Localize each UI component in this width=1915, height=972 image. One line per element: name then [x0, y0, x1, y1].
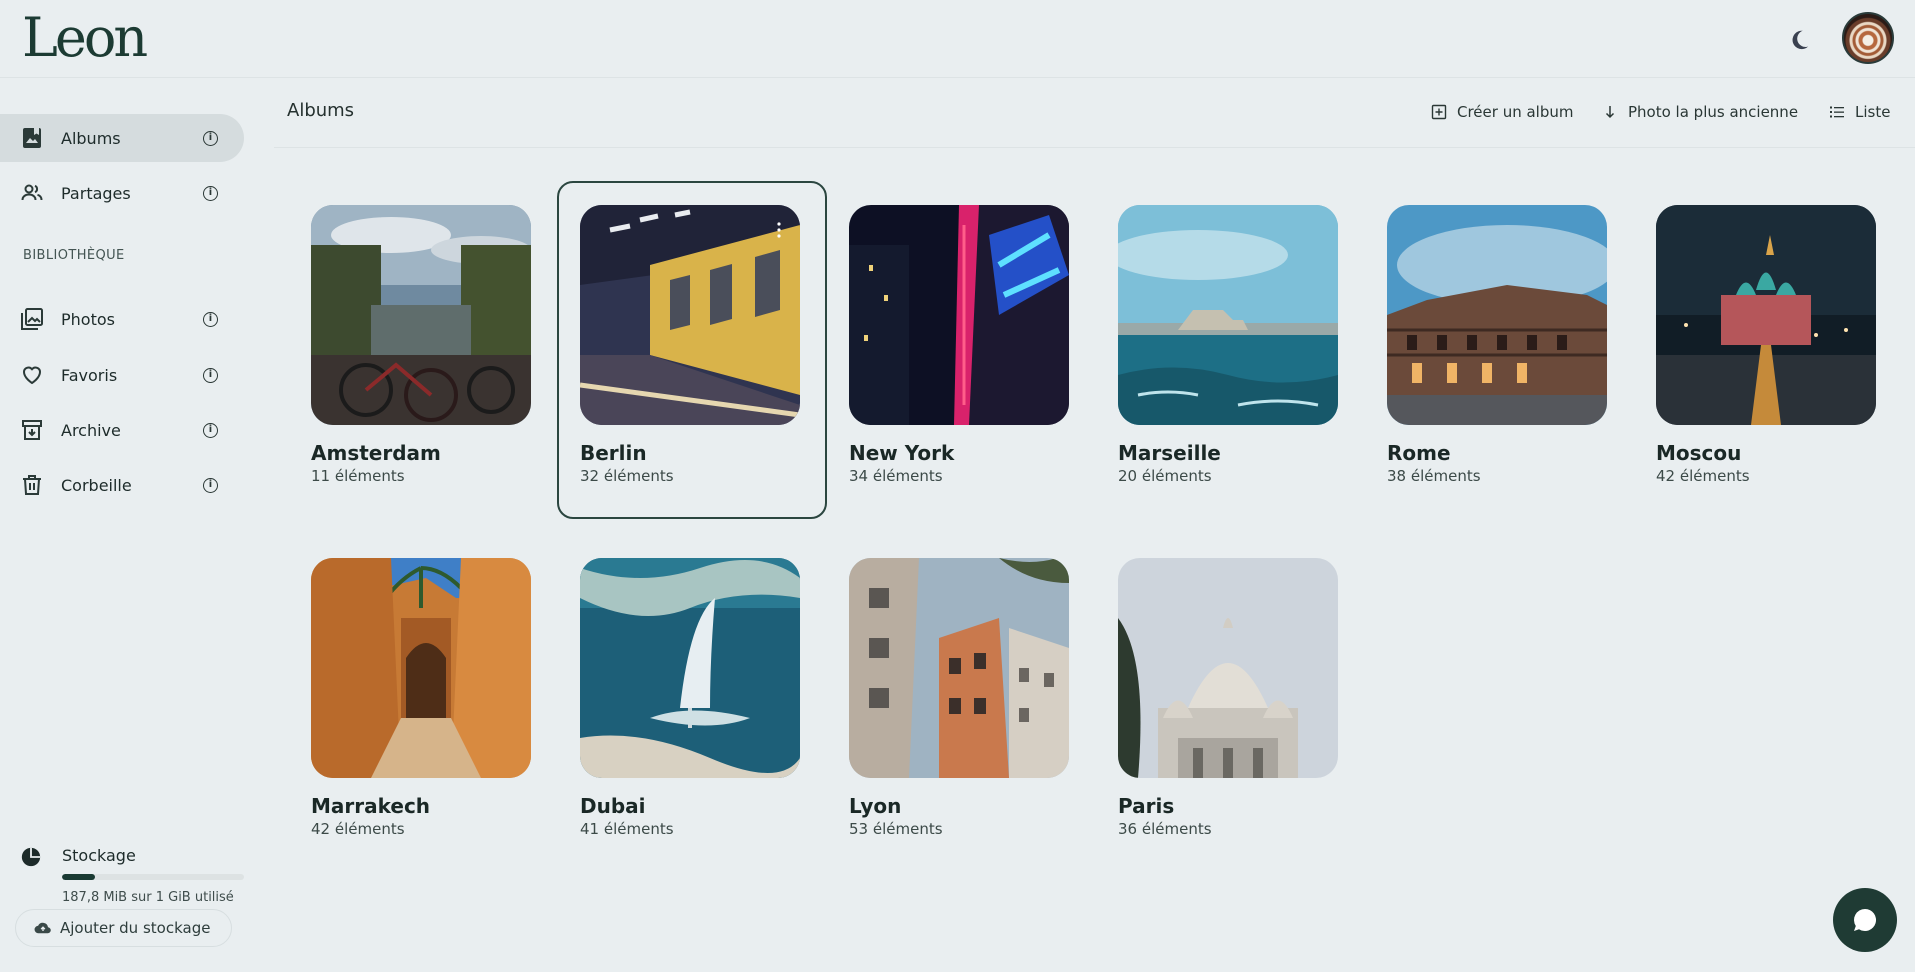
album-thumbnail[interactable] [311, 558, 531, 778]
album-name: Moscou [1656, 441, 1742, 465]
album-count: 11 éléments [311, 467, 405, 485]
album-name: Paris [1118, 794, 1175, 818]
album-count: 20 éléments [1118, 467, 1212, 485]
album-count: 41 éléments [580, 820, 674, 838]
toolbar-divider [274, 147, 1915, 148]
album-card-marrakech[interactable]: Marrakech 42 éléments [311, 558, 531, 838]
album-card-berlin[interactable]: Berlin 32 éléments [557, 181, 827, 519]
arrow-down-icon [1605, 106, 1615, 119]
album-count: 32 éléments [580, 467, 674, 485]
moon-icon[interactable] [1786, 27, 1812, 53]
album-name: Marseille [1118, 441, 1221, 465]
sidebar-item-partages[interactable]: Partages i [0, 169, 244, 217]
create-album-label: Créer un album [1457, 103, 1574, 121]
sidebar-item-label: Photos [61, 309, 115, 329]
album-count: 42 éléments [1656, 467, 1750, 485]
info-icon[interactable]: i [203, 422, 218, 438]
sidebar-item-label: Favoris [61, 365, 118, 385]
top-bar: Leon [0, 0, 1915, 78]
sidebar-item-archive[interactable]: Archive i [0, 406, 244, 454]
add-storage-label: Ajouter du stockage [60, 919, 211, 937]
album-thumbnail[interactable] [311, 205, 531, 425]
album-name: Dubai [580, 794, 646, 818]
page-title: Albums [287, 100, 355, 121]
archive-icon [22, 420, 42, 440]
album-name: Rome [1387, 441, 1451, 465]
sort-button[interactable]: Photo la plus ancienne [1602, 100, 1798, 124]
storage-label: Stockage [62, 846, 136, 865]
cloud-upload-icon [34, 922, 51, 934]
album-icon [23, 128, 41, 148]
album-count: 34 éléments [849, 467, 943, 485]
album-count: 36 éléments [1118, 820, 1212, 838]
album-thumbnail[interactable] [1387, 205, 1607, 425]
album-name: New York [849, 441, 955, 465]
create-album-button[interactable]: Créer un album [1431, 100, 1573, 124]
storage-progress-bar [62, 874, 244, 880]
pie-chart-icon [21, 847, 41, 867]
list-view-button[interactable]: Liste [1829, 100, 1890, 124]
photos-icon [21, 308, 43, 330]
info-icon[interactable]: i [203, 185, 218, 201]
album-count: 38 éléments [1387, 467, 1481, 485]
section-label-library: BIBLIOTHÈQUE [23, 248, 125, 263]
sidebar-item-label: Partages [61, 183, 131, 203]
album-card-new-york[interactable]: New York 34 éléments [849, 205, 1069, 485]
chat-bubble-icon [1854, 908, 1877, 931]
avatar[interactable] [1842, 12, 1894, 64]
album-thumbnail[interactable] [580, 558, 800, 778]
album-thumbnail[interactable] [849, 558, 1069, 778]
trash-icon [23, 475, 41, 495]
info-icon[interactable]: i [203, 311, 218, 327]
album-name: Lyon [849, 794, 902, 818]
album-thumbnail[interactable] [849, 205, 1069, 425]
chat-launcher-button[interactable] [1833, 888, 1897, 952]
album-card-paris[interactable]: Paris 36 éléments [1118, 558, 1338, 838]
sidebar-item-label: Corbeille [61, 475, 132, 495]
album-name: Marrakech [311, 794, 431, 818]
sidebar-item-albums[interactable]: Albums i [0, 114, 244, 162]
sidebar: Albums i Partages i BIBLIOTHÈQUE Photos … [0, 78, 248, 972]
list-icon [1830, 106, 1844, 118]
storage-progress-fill [62, 874, 95, 880]
album-name: Amsterdam [311, 441, 441, 465]
info-icon[interactable]: i [203, 367, 218, 383]
album-count: 53 éléments [849, 820, 943, 838]
sort-label: Photo la plus ancienne [1628, 103, 1799, 121]
album-count: 42 éléments [311, 820, 405, 838]
heart-icon [22, 366, 42, 385]
album-card-dubai[interactable]: Dubai 41 éléments [580, 558, 800, 838]
album-name: Berlin [580, 441, 647, 465]
people-icon [21, 184, 43, 201]
album-thumbnail[interactable] [1118, 205, 1338, 425]
album-card-moscou[interactable]: Moscou 42 éléments [1656, 205, 1876, 485]
album-thumbnail[interactable] [1118, 558, 1338, 778]
album-card-amsterdam[interactable]: Amsterdam 11 éléments [311, 205, 531, 485]
add-square-icon [1431, 104, 1447, 120]
sidebar-item-photos[interactable]: Photos i [0, 295, 244, 343]
sidebar-item-corbeille[interactable]: Corbeille i [0, 461, 244, 509]
album-card-rome[interactable]: Rome 38 éléments [1387, 205, 1607, 485]
storage-usage-text: 187,8 MiB sur 1 GiB utilisé [62, 890, 234, 905]
add-storage-button[interactable]: Ajouter du stockage [15, 909, 232, 947]
info-icon[interactable]: i [203, 477, 218, 493]
album-card-lyon[interactable]: Lyon 53 éléments [849, 558, 1069, 838]
app-logo[interactable]: Leon [22, 6, 148, 69]
album-thumbnail[interactable] [580, 205, 800, 425]
sidebar-item-label: Albums [61, 128, 121, 148]
album-card-marseille[interactable]: Marseille 20 éléments [1118, 205, 1338, 485]
sidebar-item-favoris[interactable]: Favoris i [0, 351, 244, 399]
sidebar-item-label: Archive [61, 420, 121, 440]
album-thumbnail[interactable] [1656, 205, 1876, 425]
more-options-icon[interactable] [776, 222, 782, 238]
list-view-label: Liste [1855, 103, 1891, 121]
info-icon[interactable]: i [203, 130, 218, 146]
